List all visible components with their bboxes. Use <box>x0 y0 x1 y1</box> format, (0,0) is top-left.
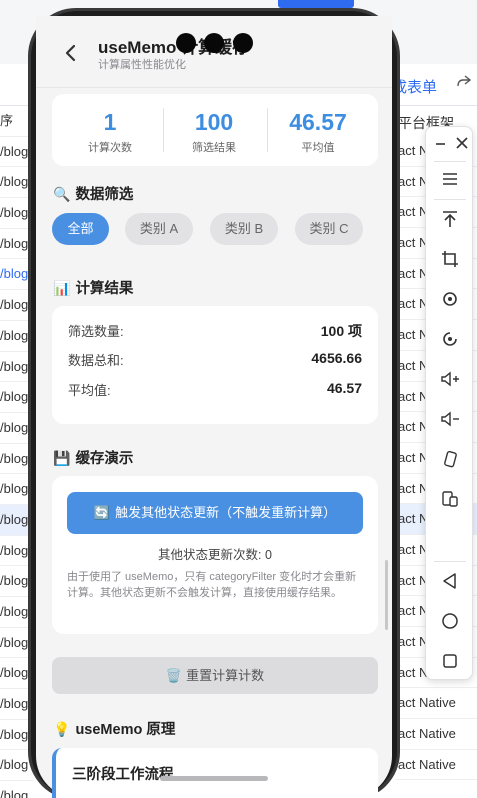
result-label: 数据总和: <box>68 353 124 368</box>
scrollbar[interactable] <box>385 560 388 630</box>
nav-recents-square-icon <box>443 654 457 668</box>
toolbar-shake[interactable] <box>426 443 474 475</box>
background-table-cell: act Native <box>396 750 477 781</box>
principle-card: 三阶段工作流程 <box>52 748 378 798</box>
menu-icon <box>443 173 457 185</box>
multi-device-icon <box>442 491 458 507</box>
result-row-average: 平均值: 46.57 <box>68 380 362 400</box>
lightbulb-icon: 💡 <box>53 721 71 737</box>
toolbar-volume-down[interactable] <box>426 403 474 435</box>
bar-chart-icon: 📊 <box>53 280 71 296</box>
page-subtitle: 计算属性性能优化 <box>98 59 186 71</box>
background-table-cell: /blog <box>0 781 34 798</box>
cache-explanation: 由于使用了 useMemo，只有 categoryFilter 变化时才会重新计… <box>67 571 357 599</box>
chip-category-c[interactable]: 类别 C <box>295 213 363 245</box>
stat-value: 100 <box>194 109 234 135</box>
result-section-title: 📊 计算结果 <box>53 277 133 298</box>
reset-button-label: 重置计算计数 <box>186 668 265 683</box>
other-state-count: 其他状态更新次数: 0 <box>158 548 272 562</box>
refresh-icon: 🔄 <box>93 505 111 520</box>
toolbar-back[interactable] <box>426 565 474 597</box>
nav-back-triangle-icon <box>443 573 456 589</box>
background-primary-button[interactable] <box>278 0 354 8</box>
toolbar-volume-up[interactable] <box>426 363 474 395</box>
toolbar-menu[interactable] <box>426 163 474 195</box>
back-chevron-icon[interactable] <box>62 42 80 64</box>
nav-home-circle-icon <box>442 613 458 629</box>
volume-up-icon <box>441 371 459 387</box>
background-table-cell: act Native <box>396 688 477 720</box>
rotate-icon <box>443 292 457 306</box>
result-row-sum: 数据总和: 4656.66 <box>68 350 362 370</box>
minimize-icon[interactable] <box>434 133 448 153</box>
result-title-text: 计算结果 <box>75 281 134 297</box>
result-value: 4656.66 <box>311 350 362 366</box>
stat-compute-count: 1 计算次数 <box>56 94 164 166</box>
toolbar-multi-device[interactable] <box>426 483 474 515</box>
result-row-count: 筛选数量: 100 项 <box>68 321 362 341</box>
principle-title-text: useMemo 原理 <box>75 722 176 738</box>
toolbar-divider <box>434 561 466 562</box>
stat-label: 计算次数 <box>88 142 132 154</box>
chip-category-b[interactable]: 类别 B <box>210 213 278 245</box>
floppy-disk-icon: 💾 <box>53 450 71 466</box>
pin-to-top-icon <box>443 211 457 227</box>
principle-section-title: 💡 useMemo 原理 <box>53 718 175 739</box>
chip-all[interactable]: 全部 <box>52 213 109 245</box>
stats-card: 1 计算次数 100 筛选结果 46.57 平均值 <box>52 94 378 166</box>
camera-cutout <box>176 33 256 53</box>
filter-title-text: 数据筛选 <box>75 187 134 203</box>
trash-icon: 🗑️ <box>165 668 183 683</box>
crop-icon <box>442 251 458 267</box>
result-label: 筛选数量: <box>68 324 124 339</box>
volume-down-icon <box>441 411 459 427</box>
toolbar-home[interactable] <box>426 605 474 637</box>
stat-filter-result: 100 筛选结果 <box>160 94 268 166</box>
toolbar-recents[interactable] <box>426 645 474 677</box>
background-table-cell: act Native <box>396 719 477 750</box>
cache-card: 🔄 触发其他状态更新（不触发重新计算） 其他状态更新次数: 0 由于使用了 use… <box>52 476 378 634</box>
emulator-side-toolbar <box>425 126 473 680</box>
magnifier-icon: 🔍 <box>53 186 71 202</box>
shake-device-icon <box>444 450 457 468</box>
result-label: 平均值: <box>68 383 111 398</box>
reset-count-button[interactable]: 🗑️ 重置计算计数 <box>52 657 378 694</box>
result-value: 46.57 <box>326 380 362 396</box>
toolbar-crop[interactable] <box>426 243 474 275</box>
toolbar-rotate-alt[interactable] <box>426 323 474 355</box>
trigger-button-label: 触发其他状态更新（不触发重新计算） <box>115 505 337 520</box>
filter-section-title: 🔍 数据筛选 <box>53 183 133 204</box>
chip-category-a[interactable]: 类别 A <box>125 213 193 245</box>
trigger-other-state-button[interactable]: 🔄 触发其他状态更新（不触发重新计算） <box>67 492 363 534</box>
result-card: 筛选数量: 100 项 数据总和: 4656.66 平均值: 46.57 <box>52 306 378 424</box>
stat-average: 46.57 平均值 <box>264 94 372 166</box>
home-indicator[interactable] <box>160 776 268 781</box>
cache-title-text: 缓存演示 <box>75 451 134 467</box>
toolbar-pin-top[interactable] <box>426 203 474 235</box>
principle-card-title: 三阶段工作流程 <box>72 767 174 783</box>
result-value: 100 项 <box>320 323 362 339</box>
cache-section-title: 💾 缓存演示 <box>53 447 133 468</box>
rotate-reverse-icon <box>443 332 457 346</box>
close-icon[interactable] <box>454 133 470 153</box>
stat-value: 46.57 <box>289 109 347 135</box>
stat-label: 筛选结果 <box>192 142 236 154</box>
stat-value: 1 <box>103 109 117 135</box>
toolbar-divider <box>434 199 466 200</box>
stat-label: 平均值 <box>301 142 335 154</box>
share-icon[interactable] <box>456 74 472 95</box>
toolbar-divider <box>434 161 466 162</box>
toolbar-rotate[interactable] <box>426 283 474 315</box>
